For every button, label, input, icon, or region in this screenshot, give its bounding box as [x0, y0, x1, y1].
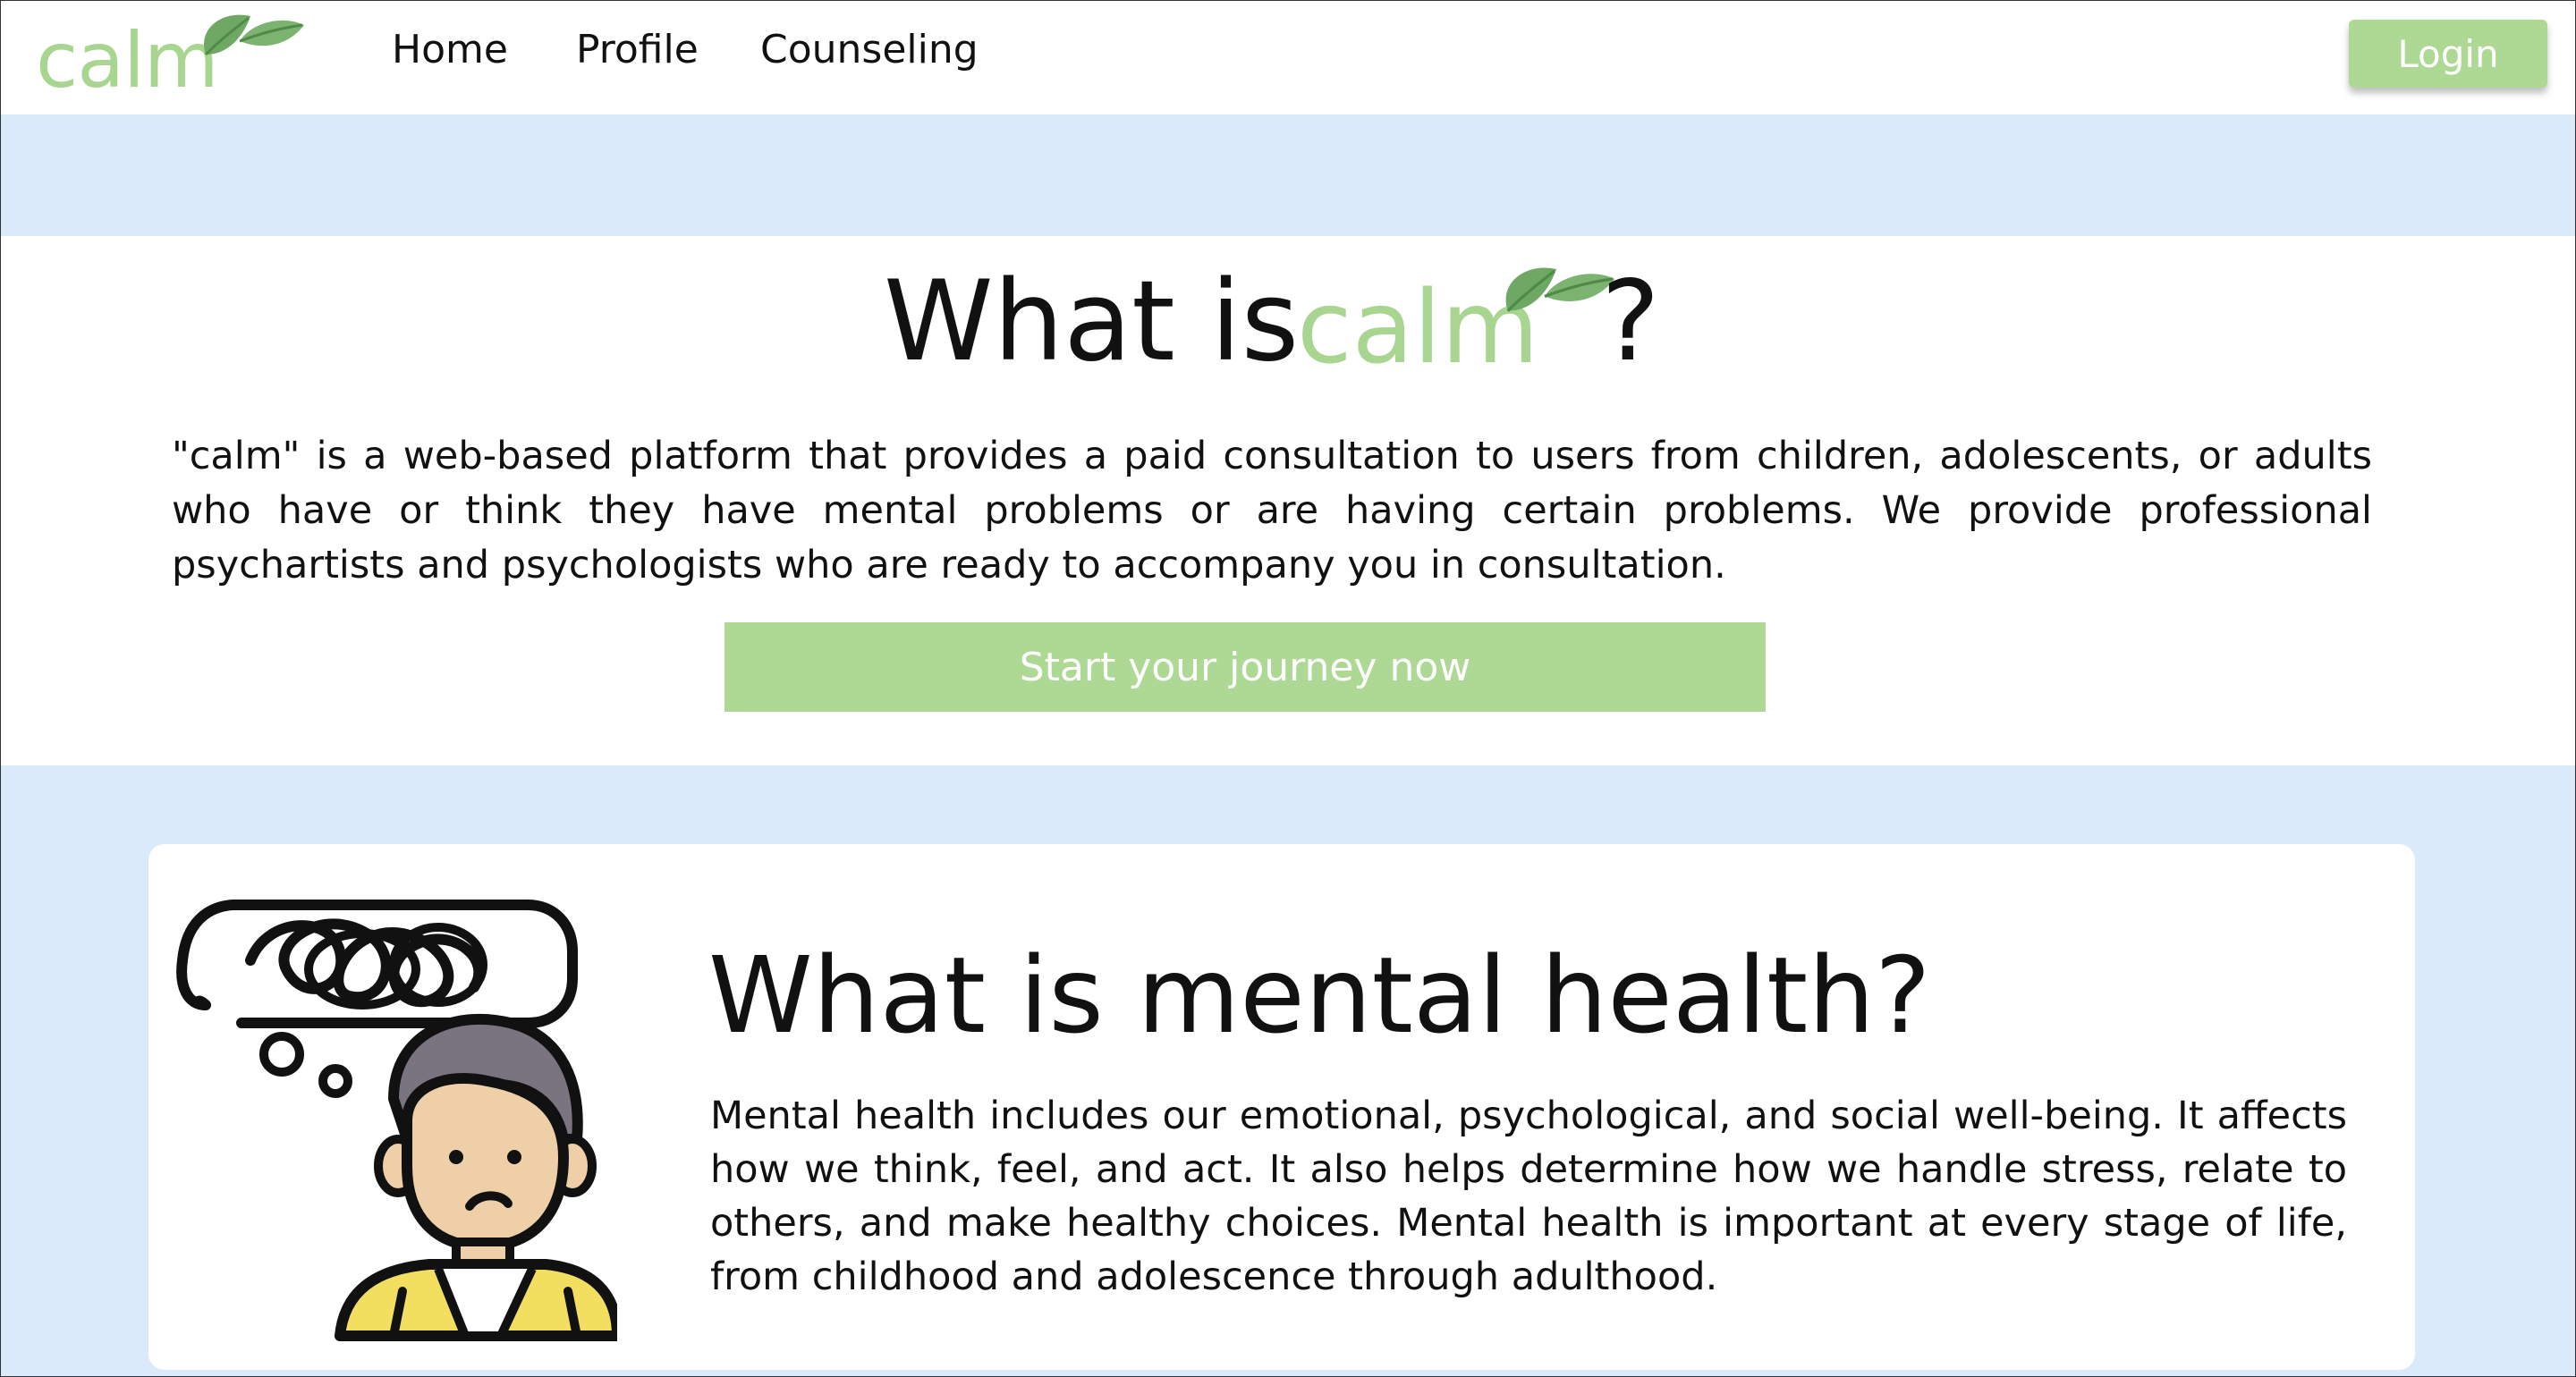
about-title-brand: calm	[1297, 258, 1615, 392]
confused-person-illustration-icon	[176, 900, 617, 1341]
nav-link-home[interactable]: Home	[392, 27, 508, 72]
brand-logo[interactable]: calm	[36, 5, 304, 113]
nav-link-counseling[interactable]: Counseling	[760, 27, 979, 72]
mental-health-title: What is mental health?	[708, 933, 1931, 1057]
nav-link-profile[interactable]: Profile	[576, 27, 699, 72]
about-title-suffix: ?	[1601, 258, 1660, 386]
mental-health-description: Mental health includes our emotional, ps…	[710, 1094, 2347, 1299]
mental-health-card: What is mental health? Mental health inc…	[148, 844, 2415, 1370]
login-button[interactable]: Login	[2349, 20, 2547, 88]
navbar: calm Home Profile Counseling Login	[0, 0, 2576, 114]
about-description: "calm" is a web-based platform that prov…	[172, 434, 2372, 587]
leaf-icon	[204, 14, 304, 56]
about-title: What is calm ?	[0, 258, 2576, 392]
start-journey-button[interactable]: Start your journey now	[724, 622, 1766, 712]
top-band	[0, 114, 2576, 236]
about-title-prefix: What is	[884, 258, 1300, 386]
